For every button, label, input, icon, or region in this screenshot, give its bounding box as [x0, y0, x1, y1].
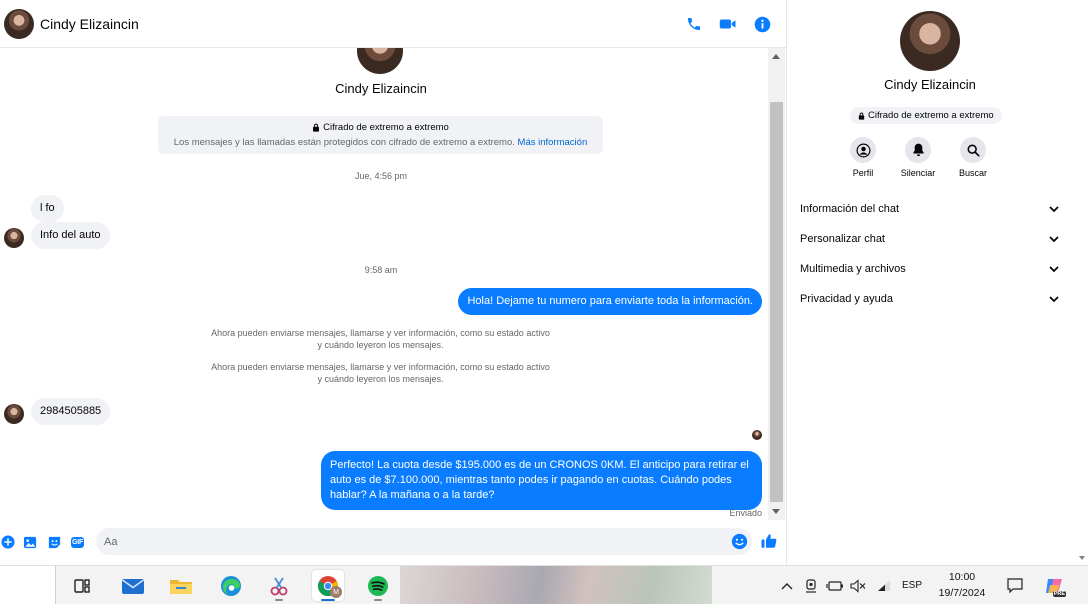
- message-input[interactable]: [96, 528, 752, 555]
- message-bubble-incoming[interactable]: l fo: [31, 195, 64, 222]
- mail-icon[interactable]: [117, 570, 149, 601]
- chat-window: Cindy Elizaincin Cindy Elizaincin Cifrad…: [0, 0, 786, 565]
- chrome-icon[interactable]: M: [312, 570, 344, 601]
- system-clock[interactable]: 10:00 19/7/2024: [930, 569, 994, 601]
- message-row-incoming: Info del auto: [4, 222, 110, 249]
- info-icon[interactable]: [752, 14, 772, 34]
- message-bubble-incoming[interactable]: Info del auto: [31, 222, 110, 249]
- volume-muted-icon[interactable]: [848, 566, 868, 604]
- chat-header: Cindy Elizaincin: [0, 0, 786, 48]
- app-active-indicator: [321, 599, 335, 601]
- scrollbar-thumb[interactable]: [770, 102, 783, 502]
- notification-icon[interactable]: [1004, 566, 1026, 604]
- windows-taskbar: M ESP 10:00 19/7/2024 PRE: [0, 565, 1088, 604]
- spotify-icon[interactable]: [362, 570, 394, 601]
- read-receipt-avatar: [752, 430, 762, 440]
- message-scrollbar[interactable]: [768, 48, 785, 520]
- emoji-icon[interactable]: [731, 533, 748, 550]
- scroll-down-arrow-icon[interactable]: [772, 509, 780, 514]
- mute-label: Silenciar: [900, 168, 936, 178]
- chrome-profile-badge: M: [330, 586, 342, 598]
- taskbar-background-image: [400, 566, 712, 604]
- message-bubble-incoming[interactable]: 2984505885: [31, 398, 111, 425]
- message-composer: GIF: [0, 520, 786, 565]
- conversation-info-panel: Cindy Elizaincin Cifrado de extremo a ex…: [786, 0, 1088, 565]
- timestamp: 9:58 am: [364, 265, 398, 275]
- task-view-icon[interactable]: [66, 570, 98, 601]
- message-row-incoming: 2984505885: [4, 398, 111, 425]
- section-chat-info[interactable]: Información del chat: [787, 194, 1073, 224]
- wifi-icon[interactable]: [874, 566, 894, 604]
- search-button[interactable]: Buscar: [959, 137, 987, 178]
- thread-profile-avatar: [357, 48, 403, 74]
- edge-icon[interactable]: [215, 570, 247, 601]
- message-row-outgoing: Perfecto! La cuota desde $195.000 es de …: [321, 451, 762, 510]
- copilot-icon[interactable]: PRE: [1042, 566, 1066, 604]
- message-list[interactable]: Cindy Elizaincin Cifrado de extremo a ex…: [0, 48, 768, 520]
- message-row-outgoing: Hola! Dejame tu numero para enviarte tod…: [458, 288, 762, 315]
- app-running-indicator: [374, 599, 382, 601]
- language-indicator[interactable]: ESP: [898, 566, 926, 604]
- panel-contact-name[interactable]: Cindy Elizaincin: [787, 77, 1073, 92]
- privacy-notice: Ahora pueden enviarse mensajes, llamarse…: [211, 362, 550, 384]
- section-privacy-help[interactable]: Privacidad y ayuda: [787, 284, 1073, 314]
- profile-label: Perfil: [852, 168, 874, 178]
- encryption-notice-title: Cifrado de extremo a extremo: [158, 122, 603, 133]
- image-icon[interactable]: [22, 534, 38, 550]
- more-info-link[interactable]: Más información: [518, 137, 588, 148]
- message-row-incoming: l fo: [31, 195, 64, 222]
- lock-icon: [858, 112, 865, 120]
- encryption-notice-description: Los mensajes y las llamadas están proteg…: [173, 137, 588, 148]
- encryption-badge: Cifrado de extremo a extremo: [850, 107, 1002, 124]
- sticker-icon[interactable]: [46, 534, 62, 550]
- header-actions: [684, 0, 772, 48]
- clock-time: 10:00: [948, 571, 976, 583]
- panel-action-buttons: Perfil Silenciar Buscar: [849, 137, 987, 178]
- timestamp: Jue, 4:56 pm: [354, 171, 408, 181]
- show-hidden-icons-icon[interactable]: [777, 566, 797, 604]
- sender-avatar[interactable]: [4, 403, 24, 424]
- section-customize-chat[interactable]: Personalizar chat: [787, 224, 1073, 254]
- message-bubble-outgoing[interactable]: Hola! Dejame tu numero para enviarte tod…: [458, 288, 762, 315]
- panel-contact-avatar[interactable]: [900, 11, 960, 71]
- lock-icon: [313, 123, 320, 132]
- profile-icon[interactable]: [850, 137, 876, 163]
- profile-button[interactable]: Perfil: [849, 137, 877, 178]
- sender-avatar[interactable]: [4, 227, 24, 248]
- battery-plug-icon[interactable]: [824, 566, 846, 604]
- taskbar-search-box[interactable]: [0, 566, 56, 604]
- thumbs-up-icon[interactable]: [760, 532, 778, 550]
- chevron-down-icon: [1049, 205, 1059, 212]
- bell-icon[interactable]: [905, 137, 931, 163]
- phone-icon[interactable]: [684, 14, 704, 34]
- message-bubble-outgoing[interactable]: Perfecto! La cuota desde $195.000 es de …: [321, 451, 762, 510]
- scroll-up-arrow-icon[interactable]: [772, 54, 780, 59]
- encryption-notice: Cifrado de extremo a extremo Los mensaje…: [158, 116, 603, 154]
- gif-icon[interactable]: GIF: [69, 534, 86, 550]
- copilot-preview-badge: PRE: [1052, 591, 1066, 597]
- contact-name[interactable]: Cindy Elizaincin: [40, 16, 139, 32]
- chevron-down-icon: [1049, 235, 1059, 242]
- snipping-tool-icon[interactable]: [263, 570, 295, 601]
- app-running-indicator: [275, 599, 283, 601]
- mute-button[interactable]: Silenciar: [901, 137, 935, 178]
- chevron-down-icon: [1049, 265, 1059, 272]
- section-media-files[interactable]: Multimedia y archivos: [787, 254, 1073, 284]
- message-status: Enviado: [729, 508, 762, 518]
- search-label: Buscar: [959, 168, 988, 178]
- plus-icon[interactable]: [0, 534, 16, 550]
- contact-avatar[interactable]: [4, 8, 34, 39]
- panel-scroll-down-arrow-icon[interactable]: [1079, 556, 1085, 560]
- chevron-down-icon: [1049, 295, 1059, 302]
- video-camera-icon[interactable]: [718, 14, 738, 34]
- info-accordion: Información del chat Personalizar chat M…: [787, 194, 1073, 314]
- file-explorer-icon[interactable]: [165, 570, 197, 601]
- privacy-notice: Ahora pueden enviarse mensajes, llamarse…: [211, 328, 550, 350]
- thread-profile-name: Cindy Elizaincin: [335, 81, 427, 96]
- meet-now-icon[interactable]: [801, 566, 821, 604]
- search-icon[interactable]: [960, 137, 986, 163]
- clock-date: 19/7/2024: [938, 587, 986, 599]
